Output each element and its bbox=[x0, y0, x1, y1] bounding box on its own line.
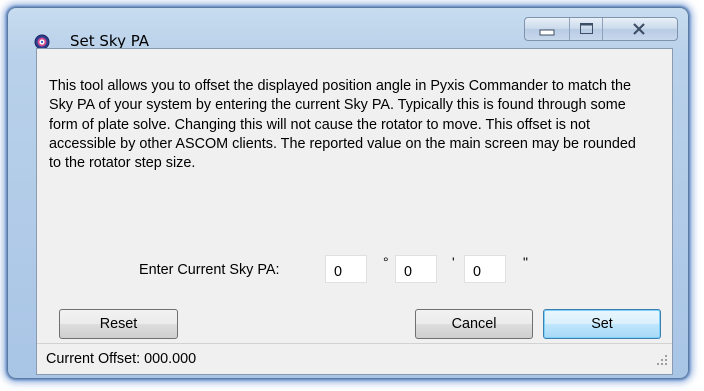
minimize-button[interactable] bbox=[525, 18, 570, 40]
current-offset-status: Current Offset: 000.000 bbox=[46, 351, 197, 367]
maximize-button[interactable] bbox=[570, 18, 603, 40]
close-icon bbox=[603, 23, 675, 40]
maximize-icon bbox=[570, 23, 603, 40]
minute-symbol: ' bbox=[452, 254, 455, 270]
close-button[interactable] bbox=[603, 18, 677, 40]
status-bar: Current Offset: 000.000 bbox=[37, 343, 672, 374]
degrees-input[interactable] bbox=[325, 255, 367, 283]
reset-button[interactable]: Reset bbox=[59, 309, 178, 339]
title-bar[interactable]: Set Sky PA bbox=[8, 8, 688, 50]
set-button[interactable]: Set bbox=[543, 309, 661, 339]
second-symbol: " bbox=[523, 254, 528, 270]
caption-buttons bbox=[524, 17, 678, 41]
minimize-icon bbox=[525, 27, 570, 40]
sky-pa-label: Enter Current Sky PA: bbox=[139, 262, 280, 278]
dialog-client-area: This tool allows you to offset the displ… bbox=[36, 48, 673, 375]
resize-grip-icon[interactable] bbox=[656, 353, 668, 371]
description-text: This tool allows you to offset the displ… bbox=[49, 78, 636, 172]
seconds-input[interactable] bbox=[464, 255, 506, 283]
cancel-button[interactable]: Cancel bbox=[415, 309, 533, 339]
minutes-input[interactable] bbox=[395, 255, 437, 283]
dialog-window: Set Sky PA This tool allows you to offse… bbox=[7, 7, 689, 379]
degree-symbol: ° bbox=[383, 254, 389, 270]
